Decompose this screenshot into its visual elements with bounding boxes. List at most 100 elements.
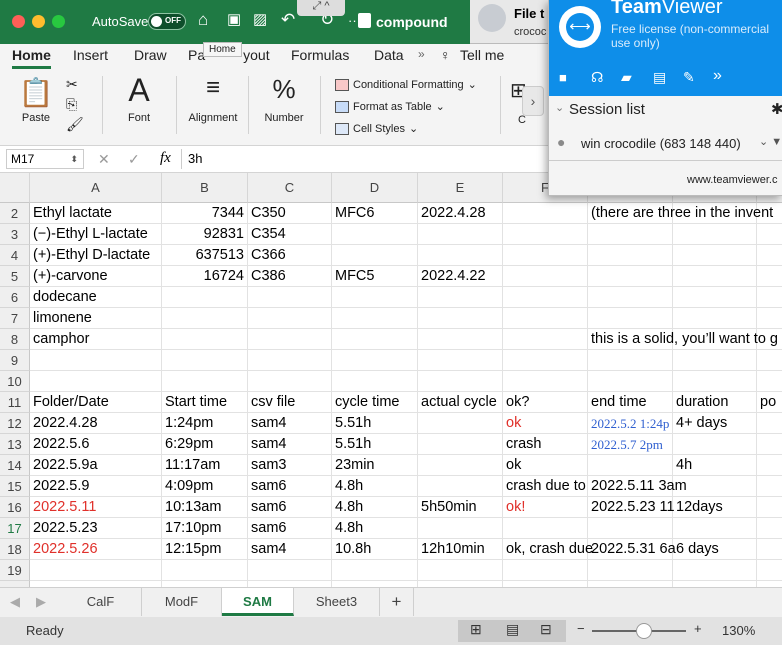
row-header[interactable]: 17 <box>0 518 30 539</box>
cell[interactable]: Start time <box>162 392 248 413</box>
cancel-icon[interactable]: ✕ <box>98 151 110 168</box>
cell[interactable]: 5.51h <box>332 434 418 455</box>
cell[interactable]: 7344 <box>162 203 248 224</box>
cell[interactable]: MFC5 <box>332 266 418 287</box>
cell[interactable]: csv file <box>248 392 332 413</box>
cell[interactable] <box>30 371 162 392</box>
cell[interactable]: 2022.5.6 <box>30 434 162 455</box>
tab-home[interactable]: Home <box>12 47 51 69</box>
cell[interactable] <box>588 560 673 581</box>
formula-input[interactable]: 3h <box>188 151 202 166</box>
video-icon[interactable]: ■ <box>559 70 567 85</box>
cell[interactable] <box>418 476 503 497</box>
cell[interactable] <box>673 224 757 245</box>
cell[interactable]: (−)-Ethyl L-lactate <box>30 224 162 245</box>
cell[interactable] <box>503 329 588 350</box>
cell[interactable] <box>503 287 588 308</box>
cell[interactable] <box>588 266 673 287</box>
cell[interactable]: 10:13am <box>162 497 248 518</box>
cell[interactable]: 17:10pm <box>162 518 248 539</box>
cell[interactable] <box>332 329 418 350</box>
cell[interactable]: 12:15pm <box>162 539 248 560</box>
column-header[interactable]: E <box>418 173 503 203</box>
cell[interactable]: ok <box>503 413 588 434</box>
zoom-slider-thumb[interactable] <box>636 623 652 639</box>
more-tabs-icon[interactable]: » <box>418 47 425 61</box>
row-header[interactable]: 14 <box>0 455 30 476</box>
cell[interactable]: crash <box>503 434 588 455</box>
cell[interactable] <box>503 224 588 245</box>
row-header[interactable]: 18 <box>0 539 30 560</box>
select-all-corner[interactable] <box>0 173 30 203</box>
ribbon-expand-chevron-icon[interactable]: › <box>522 86 544 116</box>
cell[interactable]: 2022.5.11 3am <box>588 476 687 497</box>
cell[interactable] <box>332 308 418 329</box>
prev-sheet-icon[interactable]: ◀ <box>10 594 20 610</box>
files-icon[interactable]: ▤ <box>653 69 666 86</box>
expand-icon[interactable]: » <box>713 67 722 85</box>
minimize-window-button[interactable] <box>32 15 45 28</box>
cell[interactable]: 2022.4.28 <box>30 413 162 434</box>
cell[interactable] <box>757 350 782 371</box>
cell[interactable] <box>588 224 673 245</box>
cell[interactable] <box>418 413 503 434</box>
cell[interactable] <box>503 350 588 371</box>
cell[interactable]: C386 <box>248 266 332 287</box>
cell[interactable]: 92831 <box>162 224 248 245</box>
cell[interactable] <box>757 266 782 287</box>
cell[interactable] <box>30 350 162 371</box>
number-button[interactable]: % Number <box>256 70 312 146</box>
cell[interactable]: ok? <box>503 392 588 413</box>
tab-data[interactable]: Data <box>374 47 404 63</box>
session-item[interactable]: ● win crocodile (683 148 440) ⌄ ▼ <box>549 130 782 158</box>
cell[interactable] <box>332 287 418 308</box>
cell[interactable] <box>757 371 782 392</box>
cell[interactable] <box>588 455 673 476</box>
cell[interactable] <box>503 308 588 329</box>
cell[interactable] <box>757 455 782 476</box>
cell[interactable] <box>503 245 588 266</box>
cell[interactable] <box>673 560 757 581</box>
cell[interactable] <box>757 476 782 497</box>
tell-me-search[interactable]: Tell me <box>460 47 504 63</box>
column-header[interactable]: B <box>162 173 248 203</box>
cell[interactable]: sam4 <box>248 434 332 455</box>
cell[interactable]: 2022.5.2 1:24p <box>588 413 673 434</box>
row-header[interactable]: 16 <box>0 497 30 518</box>
fullscreen-chevron-icon[interactable]: ⤢ ^ <box>297 0 345 16</box>
cell[interactable]: (+)-Ethyl D-lactate <box>30 245 162 266</box>
cell[interactable] <box>588 371 673 392</box>
paste-button[interactable]: 📋 Paste <box>14 70 58 146</box>
page-break-view-icon[interactable]: ⊟ <box>540 621 552 638</box>
format-as-table-button[interactable]: Format as Table ⌄ <box>335 100 445 113</box>
cell[interactable]: sam6 <box>248 518 332 539</box>
cell[interactable]: 4h <box>673 455 757 476</box>
sheet-tab-calf[interactable]: CalF <box>60 588 142 616</box>
cell[interactable]: 12days <box>673 497 757 518</box>
cell[interactable]: sam6 <box>248 497 332 518</box>
cell-styles-button[interactable]: Cell Styles ⌄ <box>335 122 418 135</box>
cell[interactable] <box>418 329 503 350</box>
zoom-out-button[interactable]: − <box>577 621 585 636</box>
cell[interactable]: 12h10min <box>418 539 503 560</box>
cell[interactable]: C354 <box>248 224 332 245</box>
row-header[interactable]: 19 <box>0 560 30 581</box>
cell[interactable]: 6:29pm <box>162 434 248 455</box>
row-header[interactable]: 12 <box>0 413 30 434</box>
row-header[interactable]: 6 <box>0 287 30 308</box>
cell[interactable] <box>757 224 782 245</box>
column-header[interactable]: A <box>30 173 162 203</box>
row-header[interactable]: 5 <box>0 266 30 287</box>
cell[interactable]: cycle time <box>332 392 418 413</box>
cell[interactable]: 2022.4.28 <box>418 203 503 224</box>
cell[interactable]: 10.8h <box>332 539 418 560</box>
cell[interactable] <box>588 518 673 539</box>
cell[interactable] <box>418 434 503 455</box>
cell[interactable]: (there are three in the invent <box>588 203 773 224</box>
cell[interactable] <box>588 350 673 371</box>
row-header[interactable]: 10 <box>0 371 30 392</box>
row-header[interactable]: 2 <box>0 203 30 224</box>
sheet-tab-modf[interactable]: ModF <box>142 588 222 616</box>
cell[interactable]: 4.8h <box>332 497 418 518</box>
cell[interactable] <box>503 371 588 392</box>
